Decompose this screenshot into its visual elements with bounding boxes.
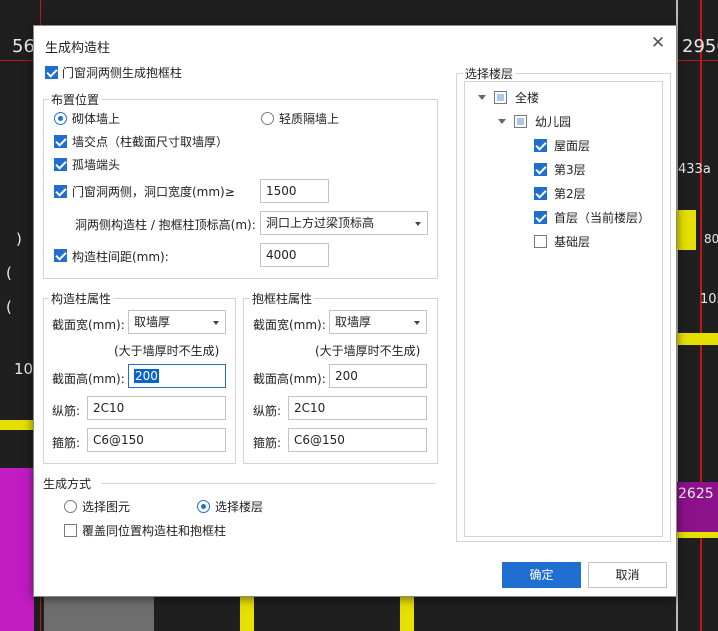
cad-wall-yellow	[676, 333, 718, 345]
cad-text: 56	[12, 36, 35, 57]
select-elements-label: 选择图元	[82, 500, 131, 514]
cad-text: 2625	[678, 486, 714, 502]
cc-longitudinal-bar-input[interactable]: 2C10	[87, 396, 226, 420]
floor-label-2: 第2层	[554, 187, 586, 201]
isolated-wall-end-label: 孤墙端头	[72, 158, 121, 172]
generate-construct-column-dialog: 生成构造柱 ✕ 门窗洞两侧生成抱框柱 布置位置 砌体墙上 轻质隔墙上 墙交点（柱…	[33, 25, 677, 597]
door-window-sides-label: 门窗洞两侧，洞口宽度(mm)≥	[72, 185, 235, 199]
floor-label-1: 首层（当前楼层）	[554, 211, 651, 225]
generation-mode-label: 生成方式	[43, 477, 92, 491]
gen-frame-columns-checkbox[interactable]	[45, 66, 58, 79]
overwrite-label: 覆盖同位置构造柱和抱框柱	[82, 524, 227, 538]
cc-section-height-value: 200	[134, 369, 159, 383]
floor-label-roof: 屋面层	[554, 139, 591, 153]
column-spacing-label: 构造柱间距(mm):	[72, 250, 169, 264]
gen-frame-columns-label: 门窗洞两侧生成抱框柱	[62, 66, 183, 80]
close-icon[interactable]: ✕	[649, 34, 667, 52]
cc-section-height-label: 截面高(mm):	[52, 372, 125, 386]
cc-stirrup-input[interactable]: C6@150	[87, 428, 226, 452]
cad-region-magenta	[0, 468, 34, 631]
door-window-sides-checkbox[interactable]	[54, 185, 67, 198]
isolated-wall-end-checkbox[interactable]	[54, 158, 67, 171]
wall-intersection-checkbox[interactable]	[54, 135, 67, 148]
fc-longitudinal-bar-label: 纵筋:	[253, 404, 282, 418]
dialog-title: 生成构造柱	[45, 41, 111, 56]
fc-section-width-select[interactable]: 取墙厚	[329, 310, 427, 334]
cad-text: 105	[700, 292, 718, 307]
tree-building-checkbox[interactable]	[514, 115, 527, 128]
floor-selection-label: 选择楼层	[463, 65, 516, 82]
fc-longitudinal-bar-input[interactable]: 2C10	[288, 396, 427, 420]
select-elements-radio[interactable]	[64, 500, 77, 513]
chevron-down-icon[interactable]	[478, 95, 486, 100]
column-top-elev-label: 洞两侧构造柱 / 抱框柱顶标高(m):	[75, 218, 256, 232]
cad-text: )	[16, 230, 22, 248]
tree-root-checkbox[interactable]	[494, 91, 507, 104]
floor-checkbox-3[interactable]	[534, 163, 547, 176]
chevron-down-icon[interactable]	[498, 119, 506, 124]
on-light-partition-radio[interactable]	[261, 112, 274, 125]
door-window-width-input[interactable]: 1500	[260, 179, 329, 203]
column-spacing-checkbox[interactable]	[54, 249, 67, 262]
cc-note: (大于墙厚时不生成)	[114, 344, 220, 358]
floor-checkbox-1[interactable]	[534, 211, 547, 224]
cad-text: 433a	[678, 162, 711, 177]
wall-intersection-label: 墙交点（柱截面尺寸取墙厚）	[72, 135, 229, 149]
frame-column-props-label: 抱框柱属性	[250, 290, 315, 307]
cad-wall-yellow	[400, 596, 414, 631]
generation-mode-divider	[102, 483, 436, 484]
cc-stirrup-label: 箍筋:	[52, 436, 81, 450]
construct-column-props-label: 构造柱属性	[49, 290, 114, 307]
cad-region-magenta	[44, 596, 154, 631]
floor-checkbox-roof[interactable]	[534, 139, 547, 152]
cad-wall-yellow	[240, 596, 254, 631]
cad-text: (	[6, 298, 12, 316]
floor-label-3: 第3层	[554, 163, 586, 177]
floor-tree: 全楼 幼儿园 屋面层 第3层 第2层 首层（当前楼层） 基础层	[464, 81, 663, 537]
floor-label-foundation: 基础层	[554, 235, 591, 249]
floor-checkbox-foundation[interactable]	[534, 235, 547, 248]
on-light-partition-label: 轻质隔墙上	[279, 112, 340, 126]
ok-button[interactable]: 确定	[502, 562, 581, 588]
floor-checkbox-2[interactable]	[534, 187, 547, 200]
column-spacing-input[interactable]: 4000	[260, 243, 329, 267]
fc-note: (大于墙厚时不生成)	[315, 344, 421, 358]
cad-wall-yellow	[0, 420, 34, 430]
position-group-label: 布置位置	[49, 91, 102, 108]
fc-stirrup-label: 箍筋:	[253, 436, 282, 450]
tree-building-label: 幼儿园	[535, 115, 572, 129]
column-top-elev-select[interactable]: 洞口上方过梁顶标高	[260, 211, 428, 235]
fc-stirrup-input[interactable]: C6@150	[288, 428, 427, 452]
cad-text: (	[6, 264, 12, 282]
fc-section-height-label: 截面高(mm):	[253, 372, 326, 386]
fc-section-height-input[interactable]: 200	[329, 364, 427, 388]
fc-section-width-label: 截面宽(mm):	[253, 318, 326, 332]
overwrite-checkbox[interactable]	[64, 524, 77, 537]
cc-longitudinal-bar-label: 纵筋:	[52, 404, 81, 418]
tree-root-label: 全楼	[515, 91, 540, 105]
cad-text: 800	[704, 232, 718, 246]
cc-section-width-label: 截面宽(mm):	[52, 318, 125, 332]
select-floors-label: 选择楼层	[215, 500, 264, 514]
cancel-button[interactable]: 取消	[588, 562, 667, 588]
cad-text: 2950	[682, 36, 718, 57]
cc-section-height-input[interactable]: 200	[128, 364, 226, 388]
on-masonry-radio[interactable]	[54, 112, 67, 125]
on-masonry-label: 砌体墙上	[72, 112, 121, 126]
select-floors-radio[interactable]	[197, 500, 210, 513]
cad-wall-yellow	[676, 210, 696, 250]
cc-section-width-select[interactable]: 取墙厚	[128, 310, 226, 334]
